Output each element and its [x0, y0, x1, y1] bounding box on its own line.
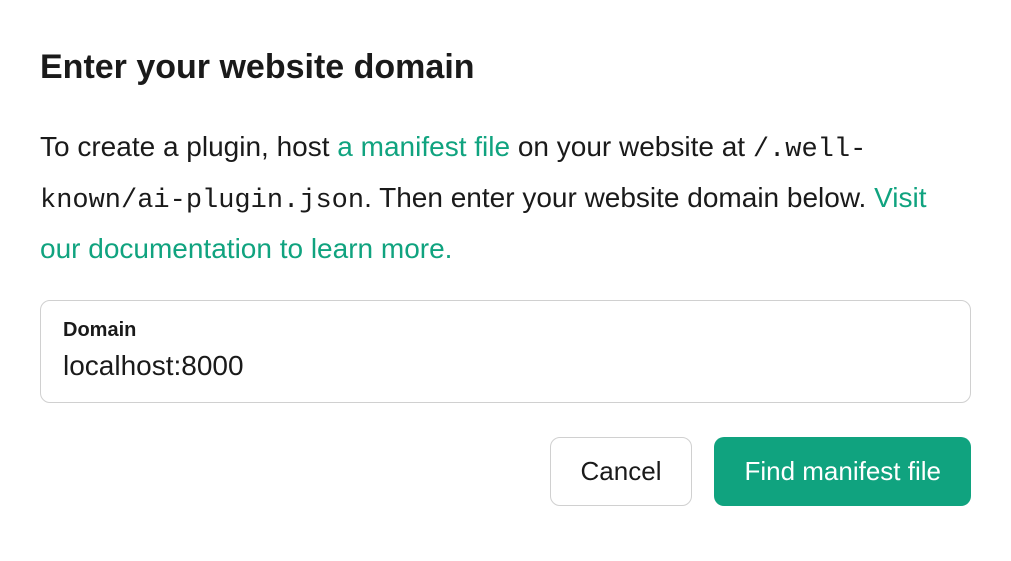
description-suffix: . Then enter your website domain below. — [364, 182, 874, 213]
domain-input[interactable] — [63, 350, 948, 382]
dialog-description: To create a plugin, host a manifest file… — [40, 123, 971, 272]
manifest-file-link[interactable]: a manifest file — [337, 131, 510, 162]
domain-input-container[interactable]: Domain — [40, 300, 971, 403]
description-mid: on your website at — [510, 131, 753, 162]
button-row: Cancel Find manifest file — [40, 437, 971, 506]
dialog-title: Enter your website domain — [40, 48, 971, 87]
domain-input-label: Domain — [63, 319, 948, 342]
description-prefix: To create a plugin, host — [40, 131, 337, 162]
find-manifest-button[interactable]: Find manifest file — [714, 437, 971, 506]
cancel-button[interactable]: Cancel — [550, 437, 693, 506]
